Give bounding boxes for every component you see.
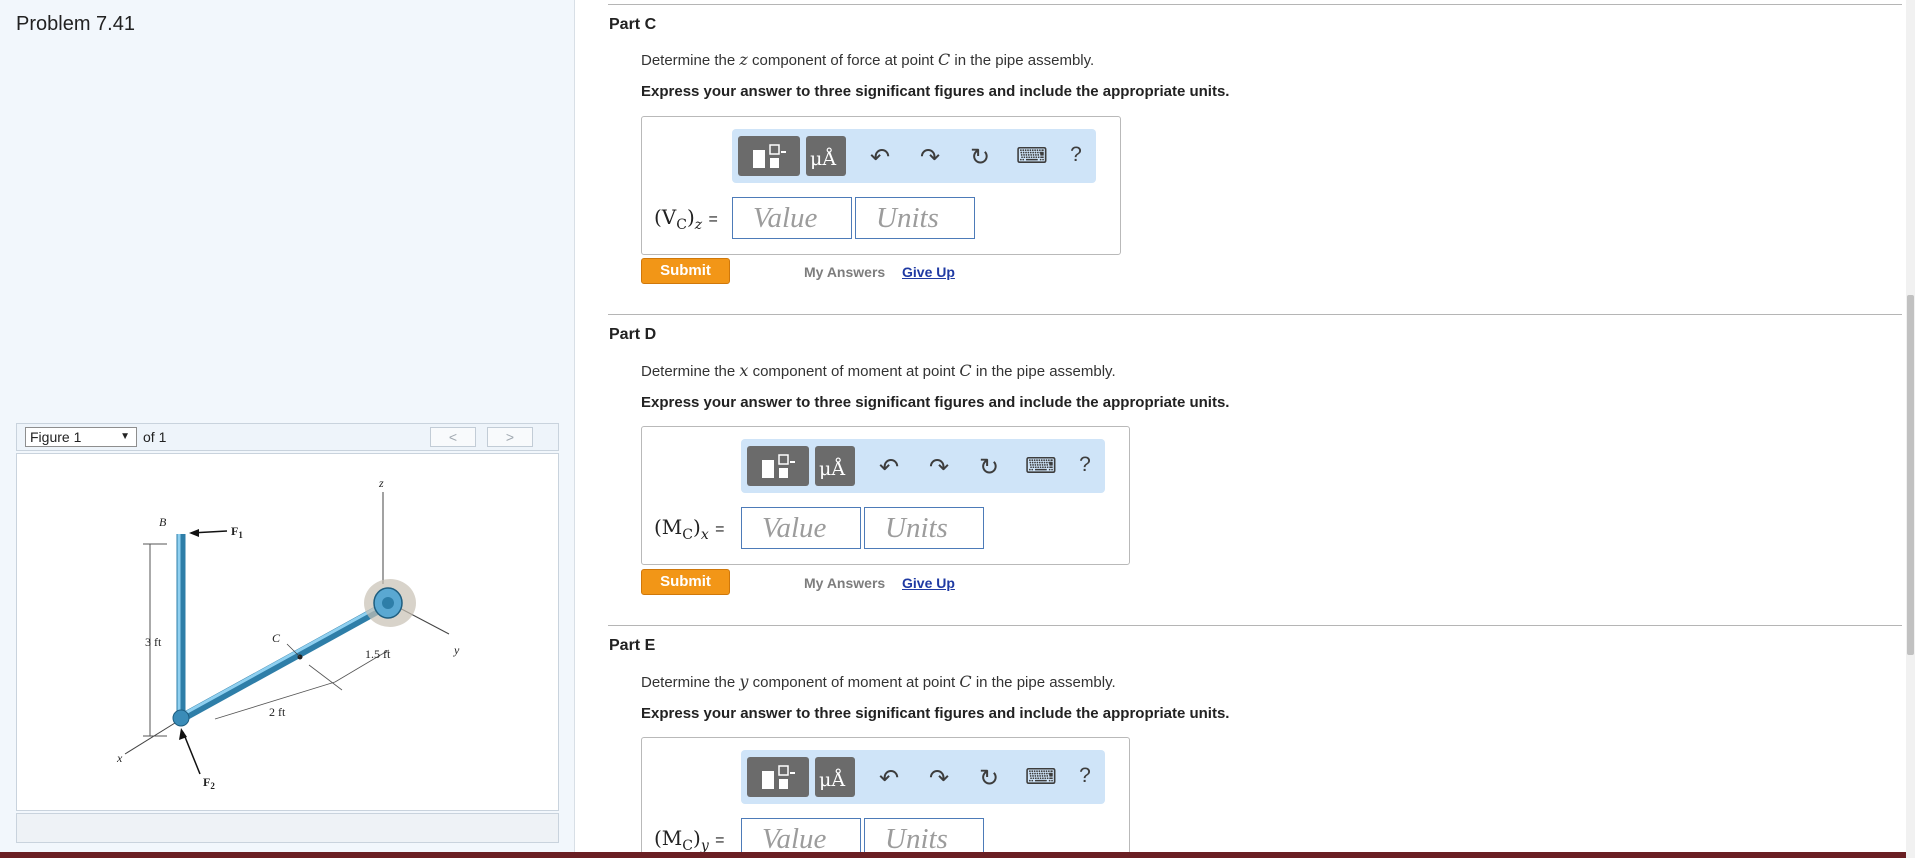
redo-icon[interactable]: ↷ (925, 453, 953, 482)
figure-select-value: Figure 1 (30, 429, 82, 445)
part-e-value-input[interactable]: Value (741, 818, 861, 855)
label-z-axis: z (378, 476, 384, 490)
reset-icon[interactable]: ↻ (975, 764, 1003, 793)
units-icon: μÅ (819, 458, 846, 480)
label-y-axis: y (453, 643, 460, 657)
part-c-title: Part C (609, 16, 657, 33)
help-icon[interactable]: ? (1062, 143, 1090, 167)
label-3ft: 3 ft (145, 635, 162, 649)
help-icon[interactable]: ? (1071, 764, 1099, 788)
problem-panel: Problem 7.41 Figure 1 ▼ of 1 < > B F1 z … (0, 0, 575, 858)
label-force-f2: F2 (203, 775, 215, 791)
keyboard-icon[interactable]: ⌨ (1016, 143, 1048, 169)
figure-image: B F1 z 3 ft C 1.5 ft y 2 ft x F2 (16, 453, 559, 811)
part-e-question: Determine the y component of moment at p… (641, 672, 1116, 691)
problem-content: Part C Determine the z component of forc… (576, 0, 1906, 858)
part-d-value-input[interactable]: Value (741, 507, 861, 549)
units-icon: μÅ (810, 148, 837, 170)
label-point-c: C (272, 631, 281, 645)
figure-navigation-bar: Figure 1 ▼ of 1 < > (16, 423, 559, 451)
part-c-give-up-link[interactable]: Give Up (902, 264, 955, 280)
reset-icon[interactable]: ↻ (966, 143, 994, 172)
previous-figure-button[interactable]: < (430, 427, 476, 447)
label-1-5ft: 1.5 ft (365, 647, 391, 661)
part-d-submit-button[interactable]: Submit (641, 569, 730, 595)
label-x-axis: x (116, 751, 123, 765)
figure-count: of 1 (143, 429, 167, 445)
part-e-answer-box: μÅ ↶ ↷ ↻ ⌨ ? (MC)y = Value Units (641, 737, 1130, 858)
templates-icon (753, 144, 786, 168)
templates-button[interactable] (738, 136, 800, 176)
part-d-units-input[interactable]: Units (864, 507, 984, 549)
part-d-instruction: Express your answer to three significant… (641, 394, 1230, 411)
units-button[interactable]: μÅ (815, 757, 855, 797)
label-force-f1: F1 (231, 524, 243, 540)
keyboard-icon[interactable]: ⌨ (1025, 764, 1057, 790)
templates-button[interactable] (747, 757, 809, 797)
redo-icon[interactable]: ↷ (925, 764, 953, 793)
part-e-title: Part E (609, 637, 656, 654)
reset-icon[interactable]: ↻ (975, 453, 1003, 482)
templates-icon (762, 454, 795, 478)
units-button[interactable]: μÅ (815, 446, 855, 486)
part-d-answer-label: (MC)x = (654, 515, 725, 543)
part-d-question: Determine the x component of moment at p… (641, 361, 1116, 380)
part-d-math-toolbar: μÅ ↶ ↷ ↻ ⌨ ? (741, 439, 1105, 493)
horizontal-pipe (175, 601, 390, 724)
dropdown-arrow-icon: ▼ (120, 431, 130, 442)
part-c-math-toolbar: μÅ ↶ ↷ ↻ ⌨ ? (732, 129, 1096, 183)
part-d-give-up-link[interactable]: Give Up (902, 575, 955, 591)
part-e-answer-label: (MC)y = (654, 826, 725, 854)
pipe-assembly-diagram: B F1 z 3 ft C 1.5 ft y 2 ft x F2 (116, 476, 460, 791)
part-divider (608, 625, 1902, 626)
part-c-submit-button[interactable]: Submit (641, 258, 730, 284)
part-c-question: Determine the z component of force at po… (641, 50, 1095, 69)
bottom-strip (0, 852, 1906, 858)
templates-button[interactable] (747, 446, 809, 486)
part-c-answer-box: μÅ ↶ ↷ ↻ ⌨ ? (VC)z = Value Units (641, 116, 1121, 255)
label-point-b: B (159, 515, 167, 529)
part-d-answer-box: μÅ ↶ ↷ ↻ ⌨ ? (MC)x = Value Units (641, 426, 1130, 565)
undo-icon[interactable]: ↶ (866, 143, 894, 172)
part-divider (608, 4, 1902, 5)
part-c-instruction: Express your answer to three significant… (641, 83, 1230, 100)
part-c-my-answers: My Answers (804, 264, 886, 280)
part-d-title: Part D (609, 326, 657, 343)
part-e-instruction: Express your answer to three significant… (641, 705, 1230, 722)
units-button[interactable]: μÅ (806, 136, 846, 176)
redo-icon[interactable]: ↷ (916, 143, 944, 172)
force-f2-arrow (182, 731, 201, 775)
figure-select[interactable]: Figure 1 ▼ (25, 427, 137, 447)
keyboard-icon[interactable]: ⌨ (1025, 453, 1057, 479)
part-d-my-answers: My Answers (804, 575, 886, 591)
templates-icon (762, 765, 795, 789)
part-divider (608, 314, 1902, 315)
units-icon: μÅ (819, 769, 846, 791)
part-e-math-toolbar: μÅ ↶ ↷ ↻ ⌨ ? (741, 750, 1105, 804)
part-c-value-input[interactable]: Value (732, 197, 852, 239)
part-e-units-input[interactable]: Units (864, 818, 984, 855)
pipe-elbow (172, 709, 190, 727)
page-scrollbar[interactable] (1906, 0, 1915, 858)
scrollbar-thumb[interactable] (1907, 295, 1914, 655)
undo-icon[interactable]: ↶ (875, 764, 903, 793)
part-c-answer-label: (VC)z = (654, 205, 718, 233)
problem-title: Problem 7.41 (16, 13, 135, 35)
part-c-units-input[interactable]: Units (855, 197, 975, 239)
undo-icon[interactable]: ↶ (875, 453, 903, 482)
next-figure-button[interactable]: > (487, 427, 533, 447)
help-icon[interactable]: ? (1071, 453, 1099, 477)
figure-footer (16, 813, 559, 843)
label-2ft: 2 ft (269, 705, 286, 719)
